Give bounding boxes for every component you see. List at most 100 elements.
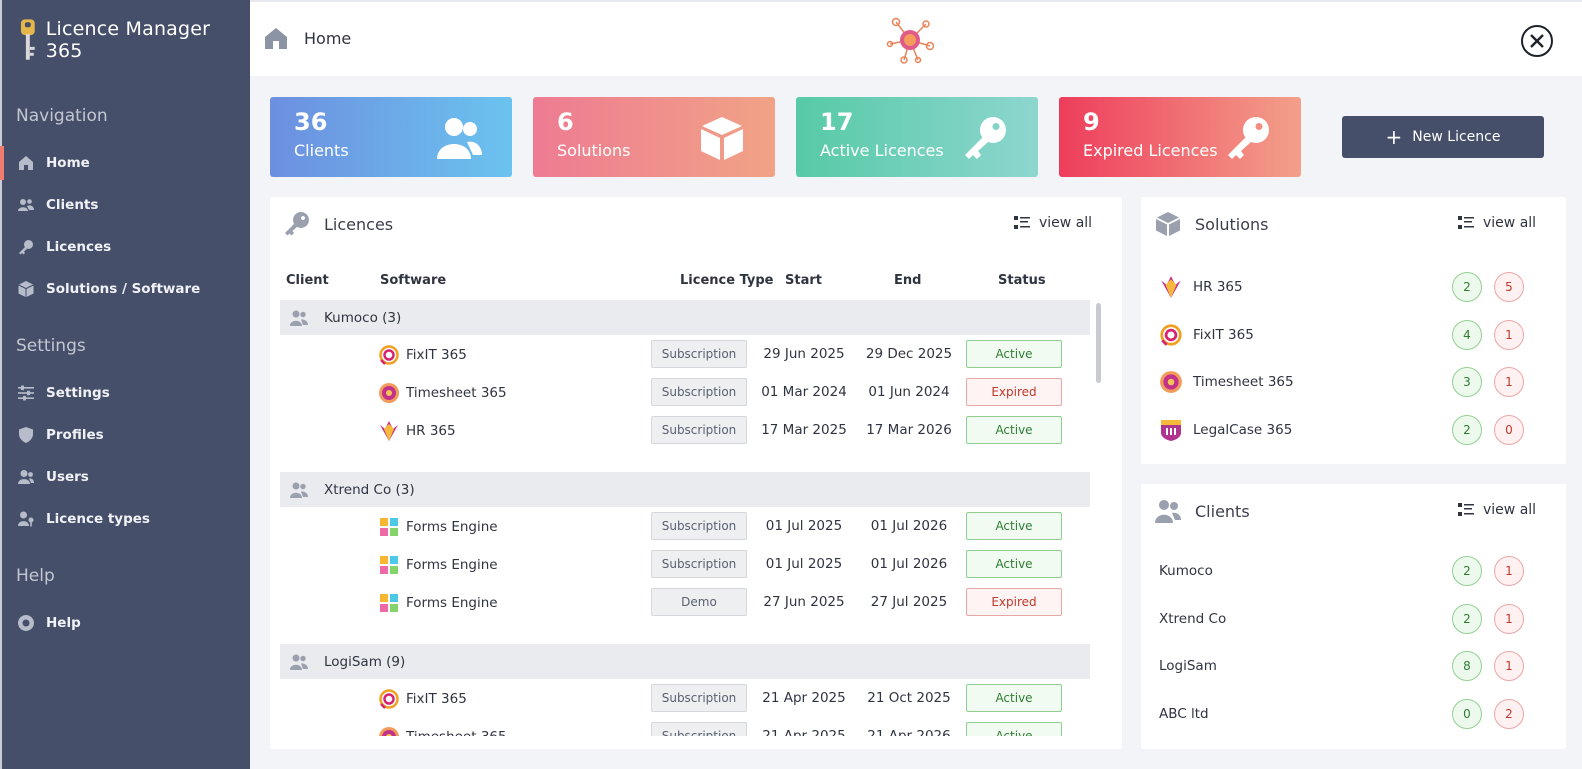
licence-row[interactable]: Timesheet 365 Subscription 01 Mar 2024 01 J… [280, 373, 1090, 411]
software-name: Forms Engine [406, 519, 498, 535]
sidebar-item-label: Licence types [46, 511, 150, 527]
sidebar-item-label: Clients [46, 197, 99, 213]
scrollbar[interactable] [1096, 303, 1101, 383]
client-row[interactable]: LogiSam [1159, 650, 1217, 682]
breadcrumb: Home [304, 29, 352, 48]
licence-row[interactable]: Timesheet 365 Subscription 21 Apr 2025 21 A… [280, 717, 1090, 736]
new-licence-label: New Licence [1412, 129, 1501, 145]
client-group-row[interactable]: Xtrend Co (3) [280, 472, 1090, 507]
solution-name: Timesheet 365 [1193, 374, 1294, 390]
solutions-view-all-link[interactable]: view all [1458, 215, 1536, 231]
licence-row[interactable]: FixIT 365 Subscription 21 Apr 2025 21 Oct 2… [280, 679, 1090, 717]
solution-name: LegalCase 365 [1193, 421, 1293, 438]
sidebar-item-label: Help [46, 615, 81, 631]
software-name: Timesheet 365 [406, 729, 507, 736]
client-row[interactable]: ABC ltd [1159, 698, 1209, 730]
home-icon [19, 156, 33, 170]
cube-icon [18, 281, 34, 297]
active-count-badge: 8 [1452, 651, 1482, 681]
sidebar-item-help[interactable]: Help [2, 602, 250, 644]
software-name: HR 365 [406, 423, 456, 439]
licence-row[interactable]: HR 365 Subscription 17 Mar 2025 17 Mar 2026… [280, 411, 1090, 449]
close-button[interactable] [1521, 25, 1553, 57]
sidebar-item-label: Home [46, 155, 90, 171]
licence-row[interactable]: Forms Engine Subscription 01 Jul 2025 01 Ju… [280, 545, 1090, 583]
sidebar-item-licence-types[interactable]: Licence types [2, 498, 250, 540]
column-header-software: Software [380, 273, 447, 288]
end-date: 29 Dec 2025 [865, 346, 953, 362]
status-badge: Active [966, 550, 1062, 578]
active-count-badge: 0 [1452, 698, 1482, 729]
sidebar-item-users[interactable]: Users [2, 456, 250, 498]
licences-list[interactable]: Kumoco (3) FixIT 365 Subscription 29 Jun 20… [280, 300, 1090, 736]
active-count-badge: 3 [1452, 367, 1482, 397]
expired-count-badge: 2 [1494, 698, 1524, 729]
nav-section-settings: Settings [16, 336, 86, 356]
fixit-icon [379, 345, 399, 365]
nav-section-help: Help [16, 566, 55, 586]
active-count-badge: 2 [1452, 603, 1482, 634]
network-logo-icon [886, 17, 935, 64]
stat-card-clients[interactable]: 36 Clients [270, 97, 512, 177]
users-icon [1155, 500, 1181, 523]
brand: Licence Manager 365 [2, 0, 250, 80]
licences-panel: Licences view all Client Software Licenc… [270, 197, 1122, 749]
client-row[interactable]: Kumoco [1159, 555, 1213, 587]
active-count-badge: 4 [1452, 319, 1482, 350]
stat-card-expired-licences[interactable]: 9 Expired Licences [1059, 97, 1301, 177]
client-name: LogiSam [1159, 658, 1217, 674]
sliders-icon [18, 385, 34, 401]
licence-row[interactable]: FixIT 365 Subscription 29 Jun 2025 29 Dec 2… [280, 335, 1090, 373]
start-date: 01 Jul 2025 [765, 556, 843, 572]
panel-header: Solutions [1155, 211, 1269, 237]
sidebar-item-solutions[interactable]: Solutions / Software [2, 268, 250, 310]
start-date: 27 Jun 2025 [763, 594, 845, 610]
user-group-icon [18, 470, 34, 484]
sidebar-item-settings[interactable]: Settings [2, 372, 250, 414]
home-icon[interactable] [264, 26, 288, 50]
timesheet-icon [1160, 371, 1182, 393]
client-group-row[interactable]: LogiSam (9) [280, 644, 1090, 679]
new-licence-button[interactable]: + New Licence [1342, 116, 1544, 158]
solution-row[interactable]: Timesheet 365 [1159, 366, 1294, 398]
licence-type-badge: Subscription [651, 684, 747, 712]
fixit-icon [1160, 323, 1182, 346]
panel-header: Licences [284, 211, 393, 237]
client-name: Kumoco [1159, 563, 1213, 579]
licences-view-all-link[interactable]: view all [1014, 215, 1092, 231]
key-icon [965, 117, 1006, 159]
user-key-icon [18, 511, 34, 527]
solution-row[interactable]: FixIT 365 [1159, 319, 1254, 351]
client-row[interactable]: Xtrend Co [1159, 603, 1226, 635]
timesheet-icon [379, 727, 399, 736]
sidebar-item-home[interactable]: Home [0, 142, 250, 184]
solution-row[interactable]: LegalCase 365 [1159, 414, 1292, 446]
active-count-badge: 2 [1452, 414, 1482, 445]
licence-row[interactable]: Forms Engine Subscription 01 Jul 2025 01 Ju… [280, 507, 1090, 545]
end-date: 21 Apr 2026 [867, 728, 951, 736]
sidebar-item-clients[interactable]: Clients [2, 184, 250, 226]
hr-icon [1161, 276, 1181, 298]
licence-type-badge: Subscription [651, 512, 747, 540]
start-date: 21 Apr 2025 [762, 728, 846, 736]
client-group-name: LogiSam (9) [324, 653, 406, 670]
status-badge: Active [966, 340, 1062, 368]
sidebar-item-profiles[interactable]: Profiles [2, 414, 250, 456]
sidebar-item-label: Settings [46, 385, 110, 401]
solution-row[interactable]: HR 365 [1159, 271, 1243, 303]
licence-row[interactable]: Forms Engine Demo 27 Jun 2025 27 Jul 2025 Ex… [280, 583, 1090, 621]
sidebar-item-licences[interactable]: Licences [2, 226, 250, 268]
plus-icon: + [1385, 125, 1403, 149]
key-icon [19, 240, 33, 255]
expired-count-badge: 5 [1494, 272, 1524, 302]
stat-card-active-licences[interactable]: 17 Active Licences [796, 97, 1038, 177]
forms-engine-icon [380, 556, 398, 574]
stat-card-solutions[interactable]: 6 Solutions [533, 97, 775, 177]
solution-name: HR 365 [1193, 279, 1243, 295]
top-bar: Home [250, 0, 1582, 76]
clients-view-all-link[interactable]: view all [1458, 502, 1536, 518]
expired-count-badge: 1 [1494, 367, 1524, 397]
client-group-row[interactable]: Kumoco (3) [280, 300, 1090, 335]
expired-count-badge: 1 [1494, 603, 1524, 634]
legalcase-icon [1161, 419, 1181, 441]
